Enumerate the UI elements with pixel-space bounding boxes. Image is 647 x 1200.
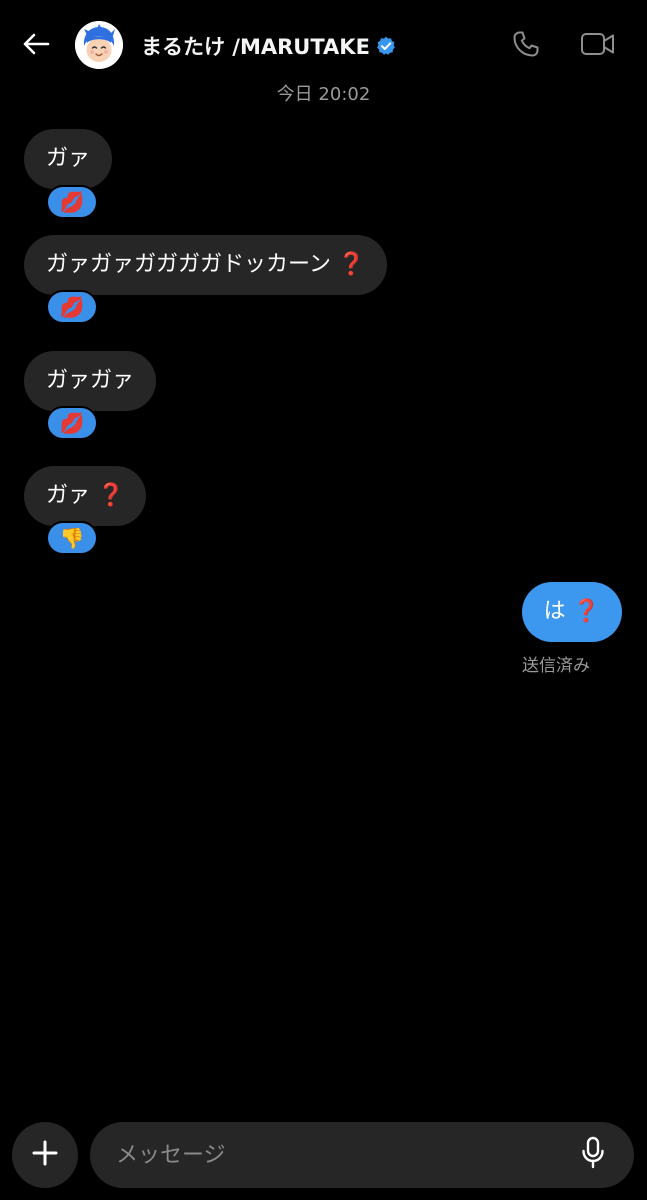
verified-badge-icon (376, 36, 396, 56)
avatar[interactable] (75, 21, 123, 69)
kiss-reaction-icon: 💋 (59, 411, 85, 435)
outgoing-message[interactable]: は ❓ (521, 582, 622, 642)
voice-message-button[interactable] (576, 1136, 610, 1174)
back-button[interactable] (18, 28, 54, 64)
thread-timestamp: 今日 20:02 (276, 84, 371, 105)
sent-status: 送信済み (522, 656, 590, 676)
phone-icon (511, 29, 541, 63)
message-text: は (543, 599, 566, 624)
incoming-message[interactable]: ガァガァ (24, 351, 157, 411)
message-reaction[interactable]: 💋 (46, 290, 98, 324)
kiss-reaction-icon: 💋 (59, 190, 85, 214)
message-text: ガァガァガガガガドッカーン (46, 252, 331, 277)
contact-name[interactable]: まるたけ /MARUTAKE (141, 31, 396, 61)
plus-icon (31, 1139, 59, 1171)
contact-name-label: まるたけ /MARUTAKE (141, 35, 370, 59)
question-mark-emoji: ❓ (97, 483, 125, 508)
incoming-message[interactable]: ガァ (24, 129, 113, 189)
voice-call-button[interactable] (508, 28, 544, 64)
message-text: ガァ (46, 146, 91, 171)
message-composer (90, 1122, 634, 1188)
arrow-left-icon (22, 32, 50, 60)
message-reaction[interactable]: 💋 (46, 406, 98, 440)
kiss-reaction-icon: 💋 (59, 295, 85, 319)
incoming-message[interactable]: ガァガァガガガガドッカーン ❓ (24, 235, 388, 295)
video-call-button[interactable] (578, 28, 618, 64)
add-attachment-button[interactable] (12, 1122, 78, 1188)
message-reaction[interactable]: 💋 (46, 185, 98, 219)
message-input[interactable] (116, 1122, 556, 1188)
message-text: ガァ (46, 483, 91, 508)
chat-header: まるたけ /MARUTAKE (0, 0, 647, 92)
incoming-message[interactable]: ガァ ❓ (24, 466, 147, 526)
question-mark-emoji: ❓ (572, 599, 600, 624)
question-mark-emoji: ❓ (337, 252, 366, 277)
microphone-icon (579, 1136, 607, 1174)
video-camera-icon (580, 30, 616, 62)
thumbs-down-reaction-icon: 👎 (59, 526, 85, 550)
message-reaction[interactable]: 👎 (46, 521, 98, 555)
message-text: ガァガァ (46, 368, 135, 393)
